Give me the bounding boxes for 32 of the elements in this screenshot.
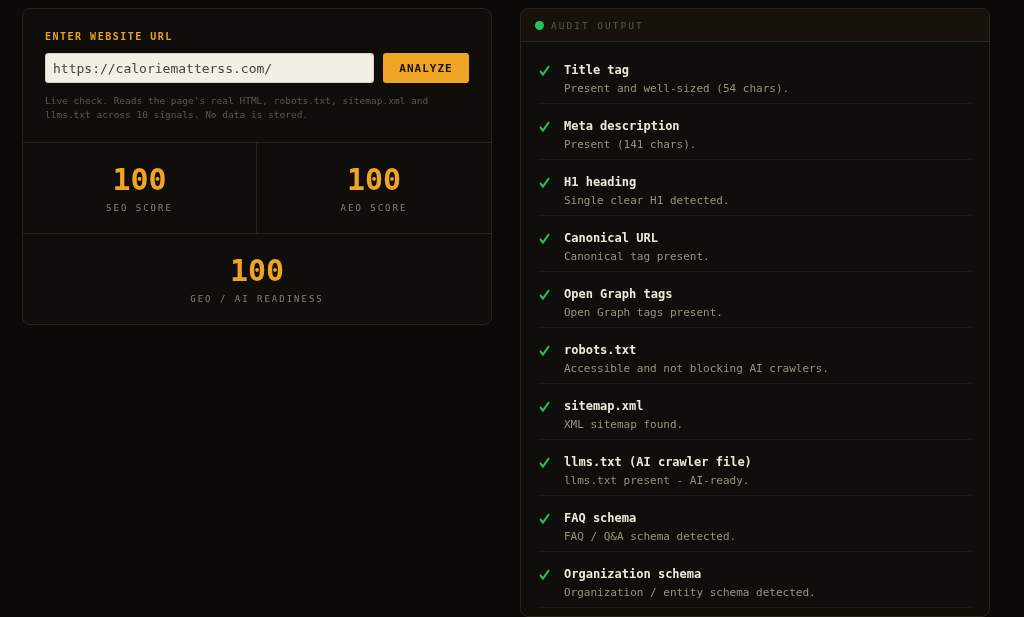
score-label: AEO SCORE	[340, 203, 408, 213]
score-value: 100	[229, 254, 285, 288]
analyze-button[interactable]: ANALYZE	[383, 53, 469, 83]
url-input[interactable]: https://caloriematterss.com/	[45, 53, 374, 83]
check-detail: FAQ / Q&A schema detected.	[564, 530, 737, 544]
check-name: Title tag	[564, 62, 631, 78]
check-name: Open Graph tags	[564, 286, 674, 302]
score-label: GEO / AI READINESS	[190, 294, 324, 304]
check-name: Canonical URL	[564, 230, 659, 246]
check-name: sitemap.xml	[564, 398, 645, 414]
score-value: 100	[112, 163, 167, 197]
check-detail: Open Graph tags present.	[564, 306, 723, 320]
check-detail: Present (141 chars).	[564, 138, 697, 152]
check-detail: Accessible and not blocking AI crawlers.	[564, 362, 829, 376]
check-detail: Organization / entity schema detected.	[564, 586, 816, 600]
status-dot-icon	[535, 20, 544, 30]
check-detail: Canonical tag present.	[564, 250, 710, 264]
info-note: Live check. Reads the page's real HTML, robots.txt, sitemap.xml and llms.txt across 10 signals. No data is stored.	[45, 94, 430, 122]
check-detail: Single clear H1 detected.	[564, 194, 730, 208]
check-name: Meta description	[564, 118, 681, 134]
check-name: FAQ schema	[564, 510, 638, 526]
check-name: H1 heading	[564, 174, 638, 190]
panel-title: AUDIT OUTPUT	[551, 19, 644, 31]
url-label: ENTER WEBSITE URL	[45, 31, 174, 42]
score-label: SEO SCORE	[106, 203, 173, 213]
check-detail: llms.txt present - AI-ready.	[564, 474, 751, 488]
check-name: Organization schema	[564, 566, 703, 582]
check-name: llms.txt (AI crawler file)	[564, 454, 752, 470]
check-detail: Present and well-sized (54 chars).	[564, 82, 790, 96]
check-name: robots.txt	[564, 342, 638, 358]
score-value: 100	[346, 163, 402, 197]
check-detail: XML sitemap found.	[564, 418, 684, 432]
